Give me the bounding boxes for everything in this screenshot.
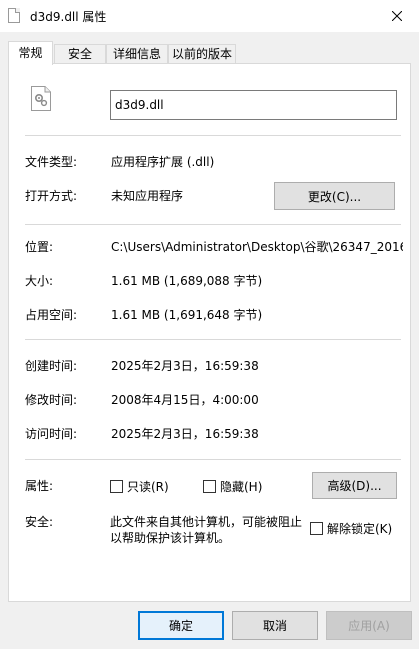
open-with-value: 未知应用程序 [111,189,184,203]
ok-button[interactable]: 确定 [138,611,224,640]
readonly-checkbox-label: 只读(R) [127,480,169,494]
created-value: 2025年2月3日，16:59:38 [111,359,259,373]
separator [25,339,401,340]
advanced-button[interactable]: 高级(D)... [312,472,397,499]
open-with-label: 打开方式: [25,189,78,203]
title-bar: d3d9.dll 属性 [0,0,419,32]
tab-security[interactable]: 安全 [54,44,106,64]
accessed-label: 访问时间: [25,427,78,441]
file-type-label: 文件类型: [25,155,78,169]
accessed-value: 2025年2月3日，16:59:38 [111,427,259,441]
hidden-checkbox-label: 隐藏(H) [220,480,263,494]
location-value: C:\Users\Administrator\Desktop\谷歌\26347_… [111,240,403,254]
file-icon [8,8,20,23]
size-value: 1.61 MB (1,689,088 字节) [111,274,263,288]
attributes-label: 属性: [25,479,54,493]
created-label: 创建时间: [25,359,78,373]
unblock-checkbox-label: 解除锁定(K) [327,522,393,536]
hidden-checkbox[interactable]: 隐藏(H) [203,478,262,495]
unblock-checkbox[interactable]: 解除锁定(K) [310,520,392,537]
general-panel: 文件类型: 应用程序扩展 (.dll) 打开方式: 未知应用程序 更改(C)..… [8,63,411,602]
dll-gear-icon [31,86,51,111]
location-label: 位置: [25,240,54,254]
cancel-button[interactable]: 取消 [232,611,318,640]
close-button[interactable] [374,0,419,32]
hidden-checkbox-box[interactable] [203,480,216,493]
close-icon [391,11,402,21]
tab-details[interactable]: 详细信息 [106,44,168,64]
security-label: 安全: [25,515,54,529]
file-type-value: 应用程序扩展 (.dll) [111,155,215,169]
security-message-line1: 此文件来自其他计算机，可能被阻止 [110,515,303,529]
apply-button[interactable]: 应用(A) [326,611,412,640]
size-label: 大小: [25,274,54,288]
disk-size-label: 占用空间: [25,308,78,322]
modified-label: 修改时间: [25,393,78,407]
filename-input[interactable] [110,90,397,120]
unblock-checkbox-box[interactable] [310,522,323,535]
tab-previous-versions[interactable]: 以前的版本 [168,44,236,64]
change-button[interactable]: 更改(C)... [274,182,395,210]
separator [25,135,401,136]
window-title: d3d9.dll 属性 [30,10,107,24]
modified-value: 2008年4月15日，4:00:00 [111,393,259,407]
readonly-checkbox-box[interactable] [110,480,123,493]
separator [25,459,401,460]
tab-general[interactable]: 常规 [8,41,53,65]
readonly-checkbox[interactable]: 只读(R) [110,478,169,495]
disk-size-value: 1.61 MB (1,691,648 字节) [111,308,263,322]
security-message-line2: 以帮助保护该计算机。 [110,531,231,545]
separator [25,224,401,225]
